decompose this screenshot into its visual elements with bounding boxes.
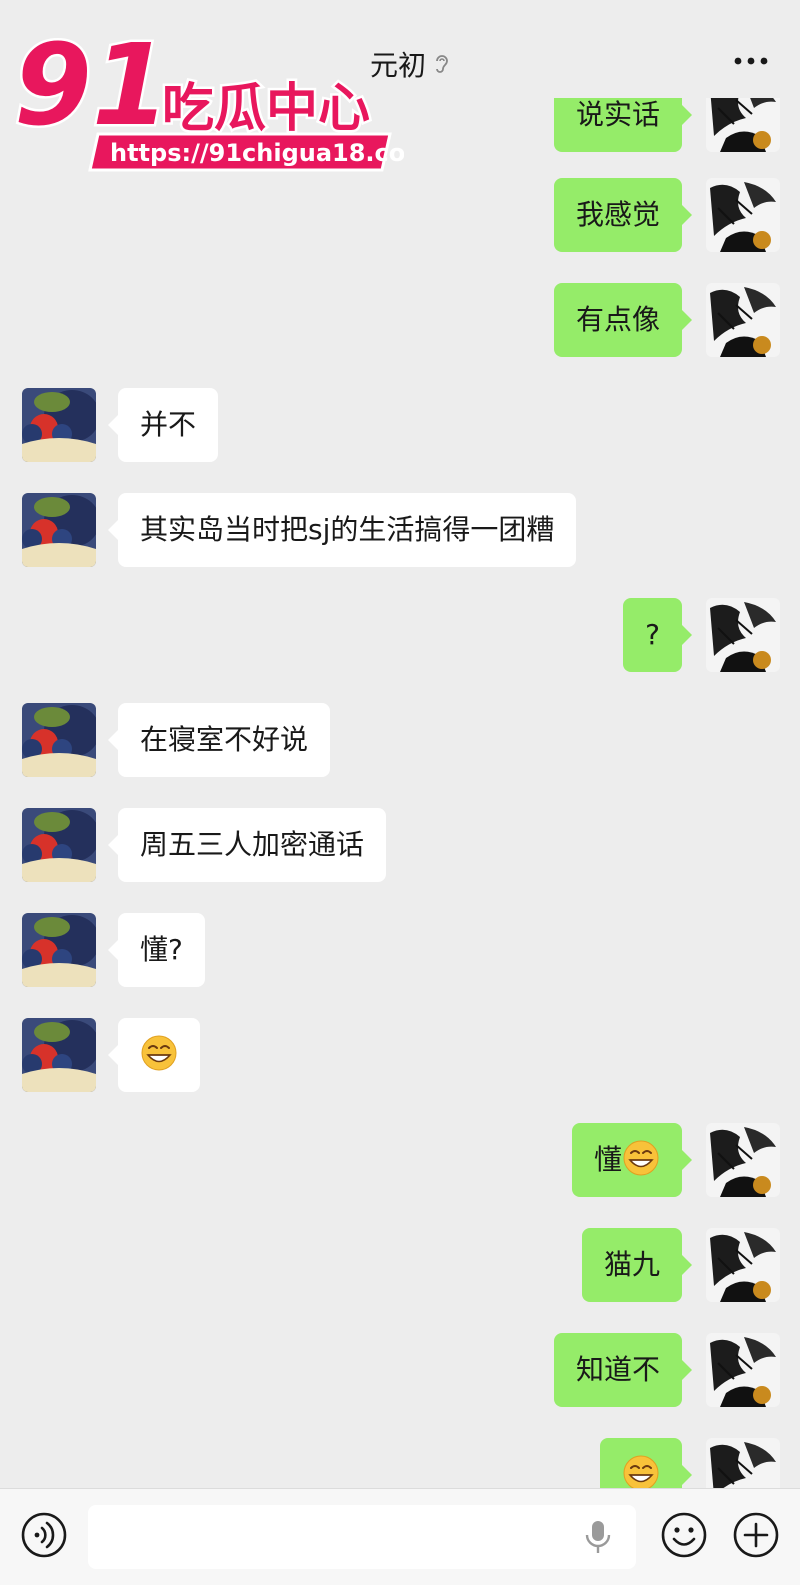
my-avatar[interactable] <box>706 1123 780 1197</box>
message-input[interactable] <box>88 1505 636 1569</box>
sent-message: 我感觉 <box>0 178 800 254</box>
message-text: 知道不 <box>575 1353 660 1386</box>
message-text: 说实话 <box>575 98 660 131</box>
message-text: 在寝室不好说 <box>140 723 309 756</box>
my-avatar[interactable] <box>706 283 780 357</box>
message-text: ? <box>645 618 660 651</box>
contact-avatar[interactable] <box>22 1018 96 1092</box>
message-text: 有点像 <box>575 303 660 336</box>
received-message: 懂? <box>0 913 800 989</box>
sent-message: 知道不 <box>0 1333 800 1409</box>
received-message: 其实岛当时把sj的生活搞得一团糟 <box>0 493 800 569</box>
contact-avatar[interactable] <box>22 388 96 462</box>
grin-emoji-icon <box>141 1035 177 1071</box>
contact-avatar[interactable] <box>22 493 96 567</box>
sent-message: 猫九 <box>0 1228 800 1304</box>
message-bubble[interactable]: 说实话 <box>553 98 693 152</box>
contact-avatar[interactable] <box>22 703 96 777</box>
chat-area[interactable]: 说实话 我感觉 有点像 并不 其实岛当时把sj的生活搞得一团糟 ? 在寝室不好说… <box>0 98 800 1488</box>
message-bubble[interactable] <box>600 1438 692 1488</box>
message-bubble[interactable]: 有点像 <box>553 283 693 357</box>
grin-emoji-icon <box>623 1140 659 1176</box>
message-bubble[interactable]: 并不 <box>107 388 219 462</box>
my-avatar[interactable] <box>706 1438 780 1488</box>
my-avatar[interactable] <box>706 598 780 672</box>
my-avatar[interactable] <box>706 1333 780 1407</box>
more-dots-icon[interactable] <box>733 56 769 66</box>
message-bubble[interactable]: 其实岛当时把sj的生活搞得一团糟 <box>107 493 577 567</box>
input-bar <box>0 1488 800 1585</box>
received-message: 在寝室不好说 <box>0 703 800 779</box>
contact-avatar[interactable] <box>22 913 96 987</box>
message-text: 其实岛当时把sj的生活搞得一团糟 <box>140 513 555 546</box>
message-bubble[interactable]: 知道不 <box>553 1333 693 1407</box>
watermark-logo: 91 吃瓜中心 https://91chigua18.com <box>12 19 430 182</box>
received-message: 并不 <box>0 388 800 464</box>
voice-icon[interactable] <box>20 1511 68 1559</box>
sent-message: 懂 <box>0 1123 800 1199</box>
message-bubble[interactable]: 懂 <box>571 1123 693 1197</box>
received-message <box>0 1018 800 1094</box>
message-text: 懂? <box>140 933 183 966</box>
my-avatar[interactable] <box>706 1228 780 1302</box>
message-text: 懂 <box>593 1143 622 1176</box>
contact-avatar[interactable] <box>22 808 96 882</box>
sent-message <box>0 1438 800 1488</box>
emoji-icon[interactable] <box>660 1511 708 1559</box>
watermark-number: 91 <box>14 22 170 151</box>
message-bubble[interactable] <box>108 1018 200 1092</box>
my-avatar[interactable] <box>706 98 780 152</box>
sent-message: ? <box>0 598 800 674</box>
received-message: 周五三人加密通话 <box>0 808 800 884</box>
my-avatar[interactable] <box>706 178 780 252</box>
watermark-url: https://91chigua18.com <box>110 139 404 167</box>
message-bubble[interactable]: 在寝室不好说 <box>107 703 331 777</box>
message-bubble[interactable]: ? <box>623 598 692 672</box>
message-bubble[interactable]: 懂? <box>108 913 205 987</box>
message-text: 并不 <box>140 408 197 441</box>
message-bubble[interactable]: 我感觉 <box>553 178 693 252</box>
mic-icon[interactable] <box>584 1519 612 1555</box>
watermark-graphic: 91 吃瓜中心 https://91chigua18.com <box>12 19 430 172</box>
message-text: 我感觉 <box>575 198 660 231</box>
ear-icon <box>436 55 448 73</box>
sent-message: 有点像 <box>0 283 800 359</box>
watermark-name: 吃瓜中心 <box>162 79 370 139</box>
message-bubble[interactable]: 猫九 <box>581 1228 693 1302</box>
grin-emoji-icon <box>623 1455 659 1488</box>
message-bubble[interactable]: 周五三人加密通话 <box>107 808 387 882</box>
message-text: 猫九 <box>603 1248 660 1281</box>
plus-icon[interactable] <box>732 1511 780 1559</box>
message-text: 周五三人加密通话 <box>140 828 365 861</box>
